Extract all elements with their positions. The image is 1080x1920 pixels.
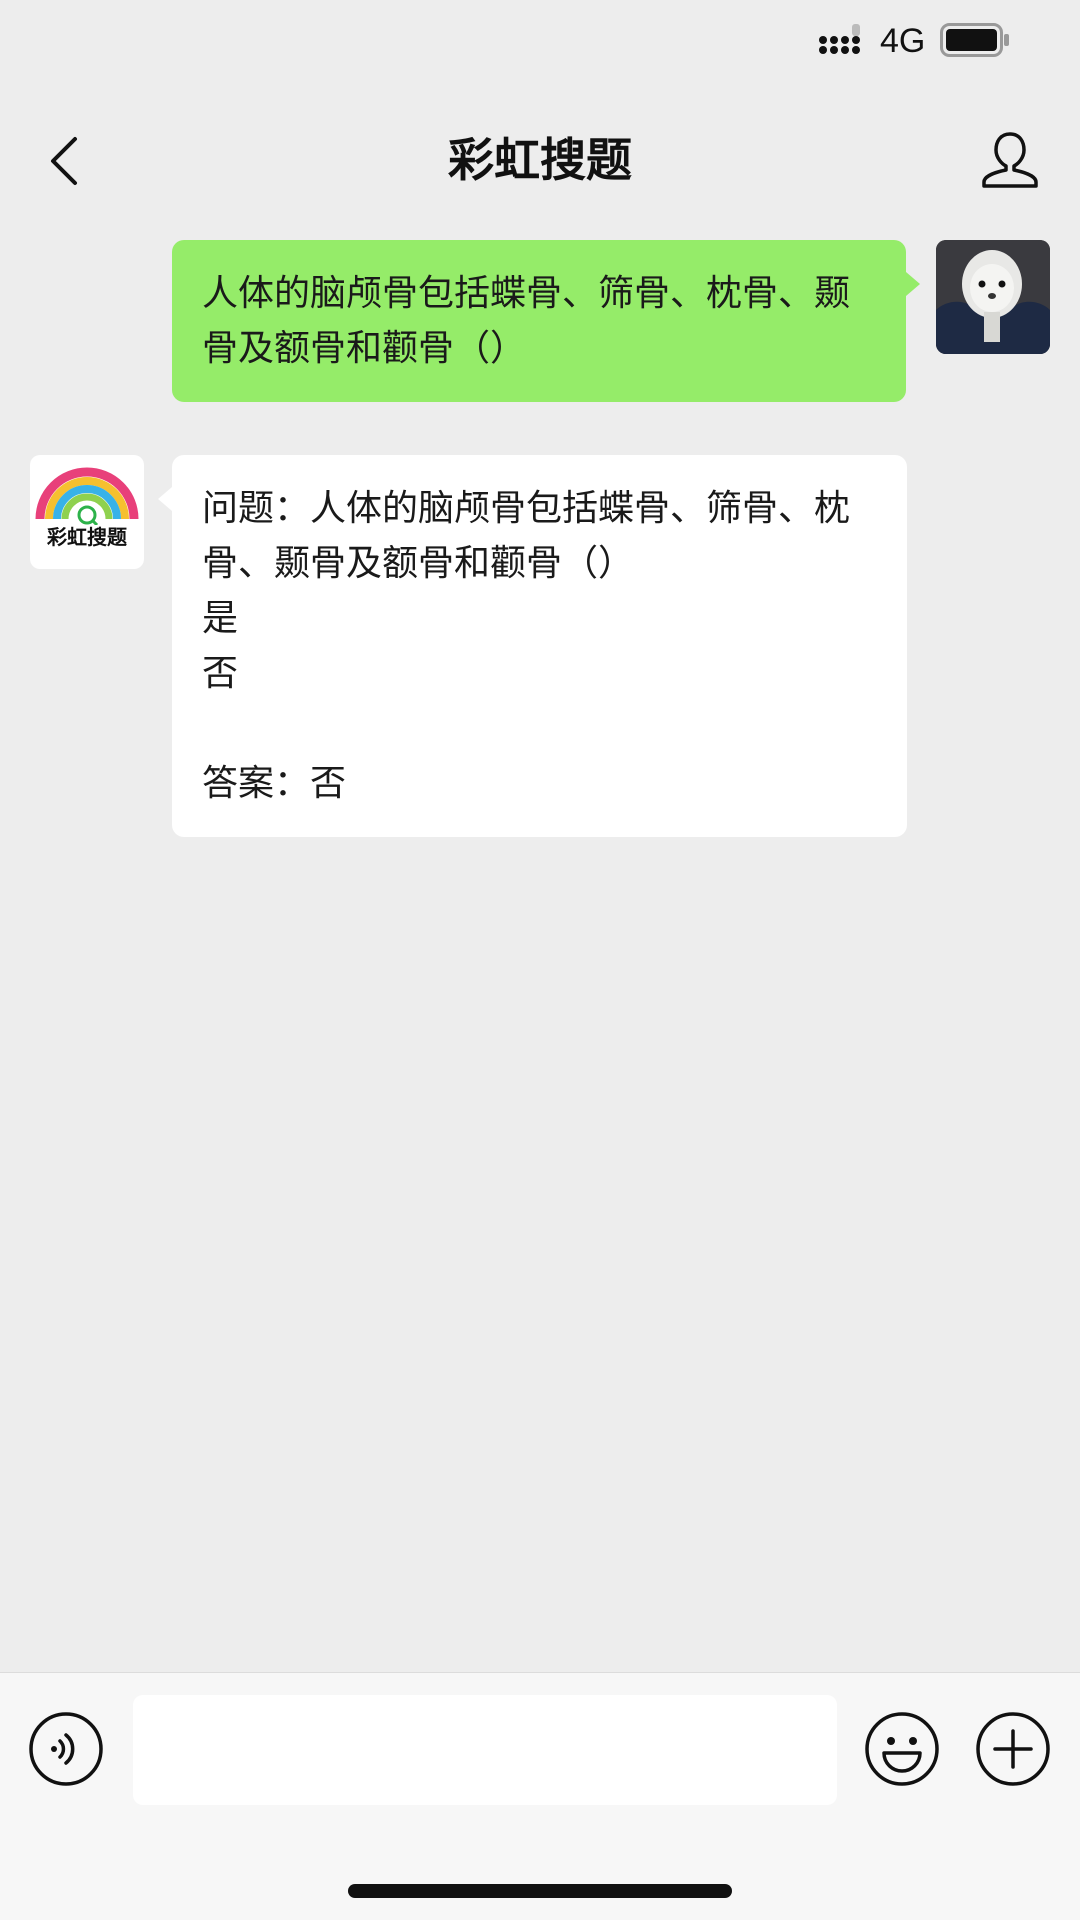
input-bar [0,1672,1080,1920]
voice-icon[interactable] [28,1711,104,1787]
signal-icon [819,24,860,54]
bot-option-no: 否 [202,653,239,694]
bot-option-yes: 是 [202,598,239,639]
home-indicator[interactable] [348,1884,732,1898]
bot-question-line: 问题：人体的脑颅骨包括蝶骨、筛骨、枕骨、颞骨及额骨和颧骨（） [202,488,851,584]
user-message-bubble[interactable]: 人体的脑颅骨包括蝶骨、筛骨、枕骨、颞骨及额骨和颧骨（） [172,240,920,402]
chat-screen: 4G 彩虹搜题 人体的脑颅骨包括蝶骨、筛骨、枕骨、颞骨及额骨和颧骨（） 彩虹搜题… [0,0,1080,1920]
profile-button[interactable] [970,122,1050,198]
bot-message-bubble[interactable]: 问题：人体的脑颅骨包括蝶骨、筛骨、枕骨、颞骨及额骨和颧骨（） 是 否 答案：否 [158,455,907,837]
bot-answer-line: 答案：否 [202,763,347,804]
plus-icon[interactable] [975,1711,1051,1787]
network-type: 4G [880,22,926,60]
emoji-icon[interactable] [864,1711,940,1787]
message-input[interactable] [133,1695,837,1805]
profile-icon [982,132,1038,188]
bot-logo-text: 彩虹搜题 [47,525,127,549]
nav-bar: 彩虹搜题 [0,110,1080,210]
bot-message: 问题：人体的脑颅骨包括蝶骨、筛骨、枕骨、颞骨及额骨和颧骨（） 是 否 答案：否 [158,455,908,837]
bot-avatar[interactable]: 彩虹搜题 [30,455,144,569]
user-avatar-image [936,240,1050,354]
status-bar: 4G [0,0,1080,80]
rainbow-logo-icon [35,467,139,527]
page-title: 彩虹搜题 [448,133,632,187]
battery-icon [940,23,1009,57]
bot-blank-line [202,701,877,756]
user-message: 人体的脑颅骨包括蝶骨、筛骨、枕骨、颞骨及额骨和颧骨（） [172,240,920,402]
user-avatar[interactable] [936,240,1050,354]
